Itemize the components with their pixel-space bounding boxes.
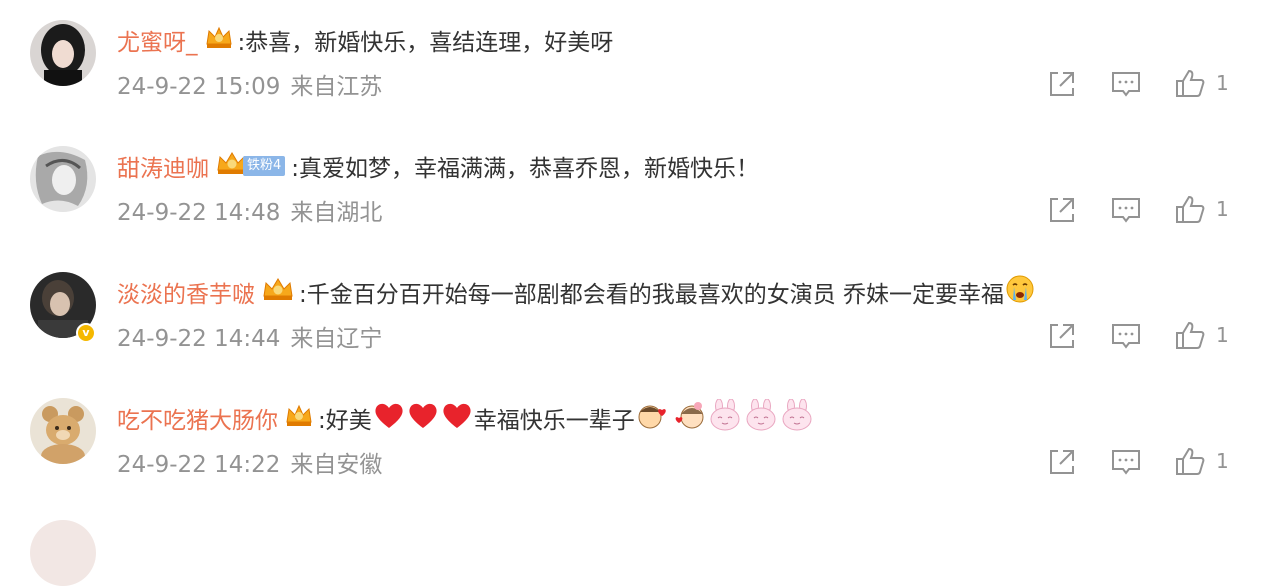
heart-icon [373, 400, 405, 436]
comment-date: 24-9-22 14:22 [117, 452, 281, 478]
comment-location: 来自湖北 [290, 200, 383, 226]
crown-icon [204, 24, 234, 56]
comment-meta: 24-9-22 14:44 来自辽宁 [117, 319, 382, 353]
share-icon[interactable] [1044, 318, 1080, 354]
comment-date: 24-9-22 15:09 [117, 74, 281, 100]
like-count: 1 [1216, 323, 1229, 347]
comment-line: 尤蜜呀_ :恭喜，新婚快乐，喜结连理，好美呀 [117, 22, 613, 58]
share-icon[interactable] [1044, 444, 1080, 480]
like-icon[interactable] [1172, 318, 1208, 354]
comment-item: 吃不吃猪大肠你 :好美 幸福快乐一辈子 24-9-22 14:22 来自安徽 1 [0, 378, 1280, 504]
crying-emoji [1005, 274, 1035, 310]
bunny-emoji [780, 398, 814, 437]
avatar[interactable] [30, 520, 96, 586]
comment-location: 来自江苏 [290, 74, 383, 100]
comment-location: 来自辽宁 [290, 326, 383, 352]
comment-meta: 24-9-22 14:22 来自安徽 [117, 445, 382, 479]
bunny-emoji [744, 398, 778, 437]
comment-item: 甜涛迪咖 铁粉4 :真爱如梦，幸福满满，恭喜乔恩，新婚快乐！ 24-9-22 1… [0, 126, 1280, 252]
username[interactable]: 甜涛迪咖 [117, 149, 209, 183]
comment-icon[interactable] [1108, 192, 1144, 228]
heart-icon [441, 400, 473, 436]
share-icon[interactable] [1044, 192, 1080, 228]
verified-badge: v [76, 323, 96, 343]
kiss-emoji [636, 400, 670, 436]
comment-text: :千金百分百开始每一部剧都会看的我最喜欢的女演员 乔妹一定要幸福 [299, 282, 1005, 308]
share-icon[interactable] [1044, 66, 1080, 102]
fan-badge: 铁粉4 [209, 150, 286, 182]
avatar[interactable] [30, 146, 96, 212]
crown-icon [261, 276, 295, 308]
like-count: 1 [1216, 197, 1229, 221]
comment-line: 甜涛迪咖 铁粉4 :真爱如梦，幸福满满，恭喜乔恩，新婚快乐！ [117, 148, 759, 184]
comment-text: :恭喜，新婚快乐，喜结连理，好美呀 [237, 30, 614, 56]
like-icon[interactable] [1172, 66, 1208, 102]
like-count: 1 [1216, 449, 1229, 473]
bunny-emoji [708, 398, 742, 437]
comment-icon[interactable] [1108, 318, 1144, 354]
comment-line: 淡淡的香芋啵 :千金百分百开始每一部剧都会看的我最喜欢的女演员 乔妹一定要幸福 [117, 274, 1036, 310]
comment-line: 吃不吃猪大肠你 :好美 幸福快乐一辈子 [117, 398, 815, 437]
comment-text: :好美 [318, 408, 372, 434]
fan-badge-label: 铁粉4 [243, 156, 286, 176]
comment-icon[interactable] [1108, 66, 1144, 102]
avatar[interactable] [30, 398, 96, 464]
comment-text: :真爱如梦，幸福满满，恭喜乔恩，新婚快乐！ [291, 156, 760, 182]
comment-item: 尤蜜呀_ :恭喜，新婚快乐，喜结连理，好美呀 24-9-22 15:09 来自江苏… [0, 0, 1280, 126]
comment-location: 来自安徽 [290, 452, 383, 478]
like-icon[interactable] [1172, 444, 1208, 480]
comment-date: 24-9-22 14:44 [117, 326, 281, 352]
kiss-emoji [672, 400, 706, 436]
username[interactable]: 淡淡的香芋啵 [117, 275, 255, 309]
like-count: 1 [1216, 71, 1229, 95]
username[interactable]: 吃不吃猪大肠你 [117, 401, 278, 435]
comment-item: v 淡淡的香芋啵 :千金百分百开始每一部剧都会看的我最喜欢的女演员 乔妹一定要幸… [0, 252, 1280, 378]
username[interactable]: 尤蜜呀_ [117, 23, 198, 57]
like-icon[interactable] [1172, 192, 1208, 228]
comment-meta: 24-9-22 15:09 来自江苏 [117, 67, 382, 101]
avatar[interactable] [30, 20, 96, 86]
comment-text: 幸福快乐一辈子 [473, 408, 635, 434]
crown-icon [284, 402, 314, 434]
heart-icon [407, 400, 439, 436]
comment-date: 24-9-22 14:48 [117, 200, 281, 226]
comment-meta: 24-9-22 14:48 来自湖北 [117, 193, 382, 227]
comment-icon[interactable] [1108, 444, 1144, 480]
